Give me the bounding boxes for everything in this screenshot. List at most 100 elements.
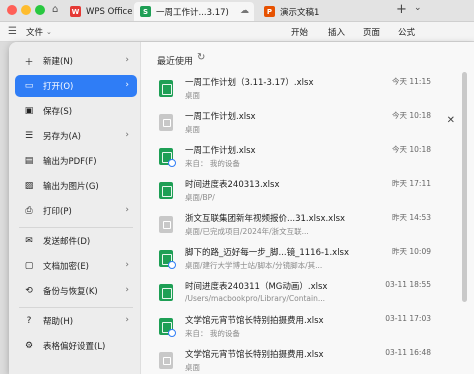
chevron-right-icon: ›: [125, 55, 129, 65]
file-time: 昨天 10:09: [392, 247, 431, 256]
sidebar-item-label: 输出为PDF(F): [43, 157, 97, 167]
help-icon: ?: [26, 316, 32, 326]
file-path: 桌面/建行大学博士站/脚本/分镜脚本/其...: [185, 261, 323, 270]
file-name: 一周工作计划（3.11-3.17）.xlsx: [185, 78, 314, 88]
sidebar-item-save-as[interactable]: ☰ 另存为(A) ›: [15, 125, 137, 147]
sidebar-item-help[interactable]: ? 帮助(H) ›: [15, 310, 137, 332]
file-path: 桌面/BP/: [185, 193, 215, 202]
tab-wps-office[interactable]: W WPS Office: [64, 2, 138, 21]
list-item[interactable]: 时间进度表240311（MG动画）.xlsx /Users/macbookpro…: [149, 276, 467, 310]
sidebar-divider: [19, 227, 133, 228]
sidebar-item-save[interactable]: ▣ 保存(S): [15, 100, 137, 122]
title-bar: ⌂ W WPS Office S 一周工作计...3.17) ☁ P 演示文稿1…: [0, 0, 474, 22]
tab-label: 一周工作计...3.17): [156, 7, 229, 18]
file-missing-icon: [159, 114, 173, 131]
file-path: 桌面: [185, 91, 200, 100]
remove-item-close-icon[interactable]: ✕: [447, 115, 455, 126]
file-time: 昨天 17:11: [392, 179, 431, 188]
file-path: 来自： 我的设备: [185, 329, 240, 338]
sidebar-item-backup[interactable]: ⟲ 备份与恢复(K) ›: [15, 280, 137, 302]
file-name: 一周工作计划.xlsx: [185, 112, 256, 122]
sidebar-divider: [19, 307, 133, 308]
tab-presentation[interactable]: P 演示文稿1: [258, 2, 325, 21]
file-time: 今天 11:15: [392, 77, 431, 86]
new-icon: ＋: [24, 57, 34, 68]
file-name: 浙文互联集团新年视频报价...31.xlsx.xlsx: [185, 214, 346, 224]
sidebar-item-label: 发送邮件(D): [43, 237, 91, 247]
file-name: 时间进度表240313.xlsx: [185, 180, 280, 190]
file-name: 一周工作计划.xlsx: [185, 146, 256, 156]
scrollbar-thumb[interactable]: [462, 72, 467, 302]
file-path: 桌面: [185, 363, 200, 372]
xlsx-file-icon: [159, 182, 173, 199]
tab-dropdown-icon[interactable]: ⌄: [414, 3, 422, 13]
menu-icon[interactable]: ☰: [8, 26, 17, 37]
file-time: 03-11 17:03: [385, 314, 431, 323]
sidebar-item-label: 打印(P): [43, 207, 72, 217]
file-time: 昨天 14:53: [392, 213, 431, 222]
sidebar-item-open[interactable]: ▭ 打开(O) ›: [15, 75, 137, 97]
chevron-right-icon: ›: [125, 80, 129, 90]
sidebar-item-label: 表格偏好设置(L): [43, 342, 106, 352]
xlsx-file-icon: [159, 284, 173, 301]
sidebar-item-print[interactable]: ⎙ 打印(P) ›: [15, 200, 137, 222]
file-path: 桌面: [185, 125, 200, 134]
close-window-button[interactable]: [7, 5, 17, 15]
file-name: 脚下的路_迈好每一步_脚...镜_1116-1.xlsx: [185, 248, 350, 258]
print-icon: ⎙: [25, 206, 33, 216]
sidebar-item-preferences[interactable]: ⚙ 表格偏好设置(L): [15, 335, 137, 357]
tab-spreadsheet[interactable]: S 一周工作计...3.17) ☁: [134, 2, 254, 21]
sidebar-item-label: 文档加密(E): [43, 262, 90, 272]
sidebar-item-export-image[interactable]: ▨ 输出为图片(G): [15, 175, 137, 197]
list-item[interactable]: 文学馆元宵节馆长特别拍摄费用.xlsx 来自： 我的设备 03-11 17:03: [149, 310, 467, 344]
sidebar-item-label: 输出为图片(G): [43, 182, 99, 192]
cloud-badge-icon: [168, 329, 176, 337]
spreadsheet-logo-icon: S: [140, 6, 151, 17]
sidebar-item-encrypt[interactable]: ▢ 文档加密(E) ›: [15, 255, 137, 277]
chevron-down-icon: ⌄: [46, 28, 52, 36]
chevron-right-icon: ›: [125, 130, 129, 140]
sidebar-item-send-mail[interactable]: ✉ 发送邮件(D): [15, 230, 137, 252]
scrollbar[interactable]: [462, 72, 467, 372]
tab-home[interactable]: 开始: [291, 26, 308, 38]
file-time: 今天 10:18: [392, 111, 431, 120]
tab-page[interactable]: 页面: [363, 26, 380, 38]
list-item[interactable]: 文学馆元宵节馆长特别拍摄费用.xlsx 桌面 03-11 16:48: [149, 344, 467, 374]
file-name: 文学馆元宵节馆长特别拍摄费用.xlsx: [185, 350, 324, 360]
sidebar-item-label: 另存为(A): [43, 132, 81, 142]
file-path: /Users/macbookpro/Library/Contain...: [185, 294, 326, 303]
refresh-icon[interactable]: ↻: [197, 52, 205, 63]
add-tab-button[interactable]: +: [396, 2, 407, 17]
chevron-right-icon: ›: [125, 315, 129, 325]
file-missing-icon: [159, 216, 173, 233]
recent-title: 最近使用: [157, 57, 194, 67]
list-item[interactable]: 时间进度表240313.xlsx 桌面/BP/ 昨天 17:11: [149, 174, 467, 208]
list-item[interactable]: 浙文互联集团新年视频报价...31.xlsx.xlsx 桌面/已完成项目/202…: [149, 208, 467, 242]
file-name: 时间进度表240311（MG动画）.xlsx: [185, 282, 328, 292]
list-item[interactable]: 一周工作计划.xlsx 桌面 今天 10:18 ✕: [149, 106, 467, 140]
zoom-window-button[interactable]: [35, 5, 45, 15]
tab-formula[interactable]: 公式: [398, 26, 415, 38]
list-item[interactable]: 一周工作计划（3.11-3.17）.xlsx 桌面 今天 11:15: [149, 72, 467, 106]
chevron-right-icon: ›: [125, 260, 129, 270]
file-name: 文学馆元宵节馆长特别拍摄费用.xlsx: [185, 316, 324, 326]
list-item[interactable]: 脚下的路_迈好每一步_脚...镜_1116-1.xlsx 桌面/建行大学博士站/…: [149, 242, 467, 276]
settings-icon: ⚙: [24, 341, 34, 351]
file-time: 03-11 18:55: [385, 280, 431, 289]
tab-insert[interactable]: 插入: [328, 26, 345, 38]
wps-logo-icon: W: [70, 6, 81, 17]
sidebar-item-label: 新建(N): [43, 57, 73, 67]
file-missing-icon: [159, 352, 173, 369]
file-path: 来自： 我的设备: [185, 159, 240, 168]
sidebar-item-label: 备份与恢复(K): [43, 287, 98, 297]
xlsx-file-icon: [159, 80, 173, 97]
file-path: 桌面/已完成项目/2024年/浙文互联...: [185, 227, 309, 236]
minimize-window-button[interactable]: [21, 5, 31, 15]
sidebar-item-new[interactable]: ＋ 新建(N) ›: [15, 50, 137, 72]
backup-icon: ⟲: [25, 286, 33, 296]
sidebar-item-export-pdf[interactable]: ▤ 输出为PDF(F): [15, 150, 137, 172]
home-icon[interactable]: ⌂: [52, 4, 58, 15]
list-item[interactable]: 一周工作计划.xlsx 来自： 我的设备 今天 10:18: [149, 140, 467, 174]
file-menu[interactable]: 文件: [26, 26, 43, 38]
open-folder-icon: ▭: [24, 81, 34, 91]
